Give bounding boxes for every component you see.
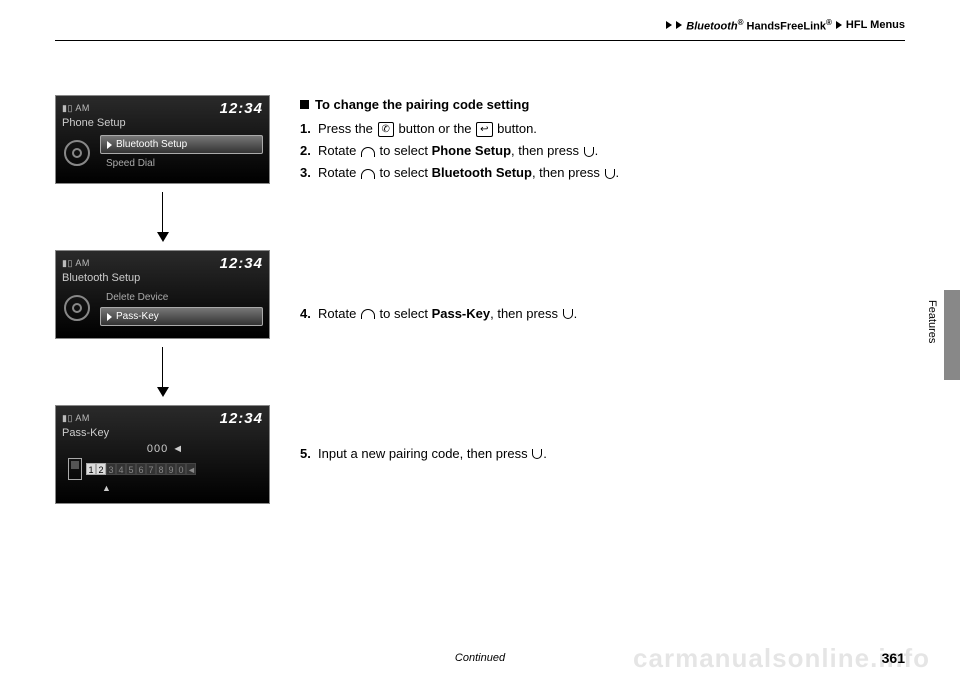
digit: 0 (176, 463, 186, 475)
rotate-dial-icon (361, 147, 375, 157)
passkey-code: 000 ◄ (68, 443, 263, 455)
digit: 4 (116, 463, 126, 475)
menu-item-selected: Bluetooth Setup (100, 135, 263, 154)
screen-passkey: ▮▯ AM 12:34 Pass-Key 000 ◄ 1 2 3 4 5 (55, 405, 270, 504)
step-3: 3. Rotate to select Bluetooth Setup, the… (300, 163, 905, 183)
breadcrumb-arrow-icon (676, 21, 682, 29)
menu-item-selected: Pass-Key (100, 307, 263, 326)
press-dial-icon (605, 169, 615, 179)
digit: 2 (96, 463, 106, 475)
side-label: Features (926, 300, 938, 343)
signal-icon: ▮▯ AM (62, 103, 90, 114)
pickup-button-icon: ✆ (378, 122, 394, 137)
step-2: 2. Rotate to select Phone Setup, then pr… (300, 141, 905, 161)
flow-arrow-icon (157, 192, 169, 242)
signal-icon: ▮▯ AM (62, 258, 90, 269)
footer-continued: Continued (0, 652, 960, 664)
press-dial-icon (532, 449, 542, 459)
top-rule (55, 40, 905, 41)
section-heading: To change the pairing code setting (300, 95, 905, 115)
clock: 12:34 (220, 410, 263, 427)
screenshots-column: ▮▯ AM 12:34 Phone Setup Bluetooth Setup … (55, 95, 270, 504)
step-1: 1. Press the ✆ button or the ↩ button. (300, 119, 905, 139)
screen-bluetooth-setup: ▮▯ AM 12:34 Bluetooth Setup Delete Devic… (55, 250, 270, 339)
breadcrumb-item: HFL Menus (846, 19, 905, 31)
signal-icon: ▮▯ AM (62, 413, 90, 424)
step-4: 4. Rotate to select Pass-Key, then press… (300, 304, 905, 324)
breadcrumb-arrow-icon (666, 21, 672, 29)
press-dial-icon (584, 147, 594, 157)
screen-title: Phone Setup (62, 117, 263, 129)
step-5: 5. Input a new pairing code, then press … (300, 444, 905, 464)
instructions-column: To change the pairing code setting 1. Pr… (300, 95, 905, 504)
rotate-dial-icon (361, 169, 375, 179)
breadcrumb-item: Bluetooth® HandsFreeLink® (686, 18, 832, 33)
clock: 12:34 (220, 100, 263, 117)
phone-icon (68, 458, 82, 480)
digit: 1 (86, 463, 96, 475)
clock: 12:34 (220, 255, 263, 272)
breadcrumb: Bluetooth® HandsFreeLink® HFL Menus (666, 18, 905, 33)
content: ▮▯ AM 12:34 Phone Setup Bluetooth Setup … (55, 95, 905, 504)
menu-item: Delete Device (100, 290, 263, 305)
screen-title: Bluetooth Setup (62, 272, 263, 284)
digit: 3 (106, 463, 116, 475)
digit: 6 (136, 463, 146, 475)
digit-row: 1 2 3 4 5 6 7 8 9 0 ◄ (86, 463, 196, 475)
screen-phone-setup: ▮▯ AM 12:34 Phone Setup Bluetooth Setup … (55, 95, 270, 184)
caret-up-icon: ▲ (68, 483, 263, 493)
back-button-icon: ↩ (476, 122, 492, 137)
page-number: 361 (882, 650, 905, 666)
page: Bluetooth® HandsFreeLink® HFL Menus ▮▯ A… (0, 0, 960, 678)
digit: 9 (166, 463, 176, 475)
square-bullet-icon (300, 100, 309, 109)
digit: 7 (146, 463, 156, 475)
screen-title: Pass-Key (62, 427, 263, 439)
flow-arrow-icon (157, 347, 169, 397)
press-dial-icon (563, 309, 573, 319)
digit: 5 (126, 463, 136, 475)
side-tab (944, 290, 960, 380)
digit-back-icon: ◄ (186, 463, 196, 475)
rotate-dial-icon (361, 309, 375, 319)
menu-item: Speed Dial (100, 156, 263, 171)
gear-icon (62, 288, 92, 328)
gear-icon (62, 133, 92, 173)
digit: 8 (156, 463, 166, 475)
breadcrumb-arrow-icon (836, 21, 842, 29)
